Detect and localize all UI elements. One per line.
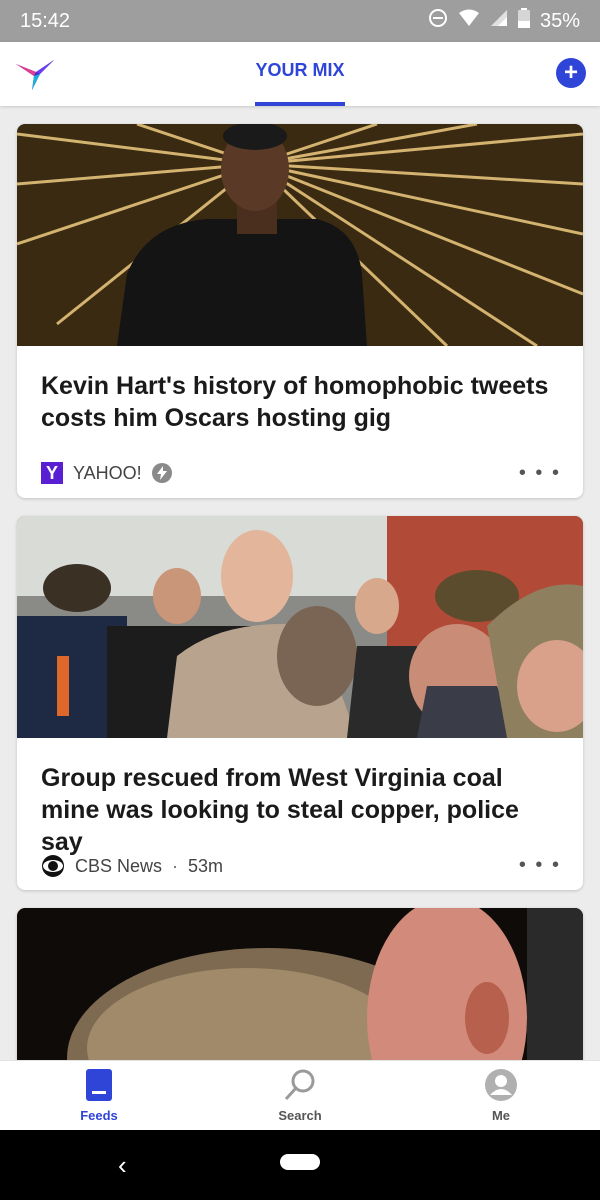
nav-label-me: Me [491,1108,511,1123]
meta-separator: · [172,855,179,876]
article-title[interactable]: Kevin Hart's history of homophobic tweet… [41,370,561,434]
article-card[interactable]: Kevin Hart's history of homophobic tweet… [17,124,583,498]
more-options-button[interactable]: • • • [519,854,561,877]
status-time: 15:42 [20,10,71,32]
profile-icon [485,1069,517,1104]
article-card[interactable]: Group rescued from West Virginia coal mi… [17,516,583,890]
nav-item-search[interactable]: Search [240,1069,360,1123]
app-header: YOUR MIX + [0,42,600,106]
lightning-icon [151,463,172,483]
nav-label-search: Search [278,1108,322,1123]
article-meta: CBS News · 53m [41,854,223,878]
bottom-navigation: Feeds Search Me [0,1060,600,1131]
system-navigation-bar: ‹ [0,1130,600,1200]
wifi-icon [458,9,480,33]
nav-item-me[interactable]: Me [441,1069,561,1123]
add-button[interactable]: + [556,58,586,88]
status-bar: 15:42 35% [0,0,600,42]
plus-icon: + [563,59,578,86]
nav-label-feeds: Feeds [80,1108,118,1123]
article-image[interactable] [17,124,583,346]
battery-icon [517,8,530,34]
hummingbird-logo-icon[interactable] [14,54,58,94]
yahoo-logo-icon: Y [41,462,63,484]
active-tab-indicator [255,102,345,106]
nav-item-feeds[interactable]: Feeds [39,1069,159,1123]
battery-percent: 35% [539,9,580,32]
article-source[interactable]: YAHOO! [73,463,142,484]
tab-your-mix[interactable]: YOUR MIX [255,60,345,81]
feeds-icon [86,1069,112,1104]
do-not-disturb-icon [428,8,448,34]
article-title[interactable]: Group rescued from West Virginia coal mi… [41,762,561,858]
article-image[interactable] [17,516,583,738]
cbs-eye-logo-icon [41,854,65,878]
more-options-button[interactable]: • • • [519,462,561,485]
back-icon[interactable]: ‹ [118,1150,127,1181]
article-time: 53m [188,855,224,876]
article-source[interactable]: CBS News [75,856,162,877]
search-icon [283,1069,317,1104]
signal-icon [490,9,508,33]
home-pill-button[interactable] [280,1154,320,1170]
article-meta: Y YAHOO! [41,462,172,484]
